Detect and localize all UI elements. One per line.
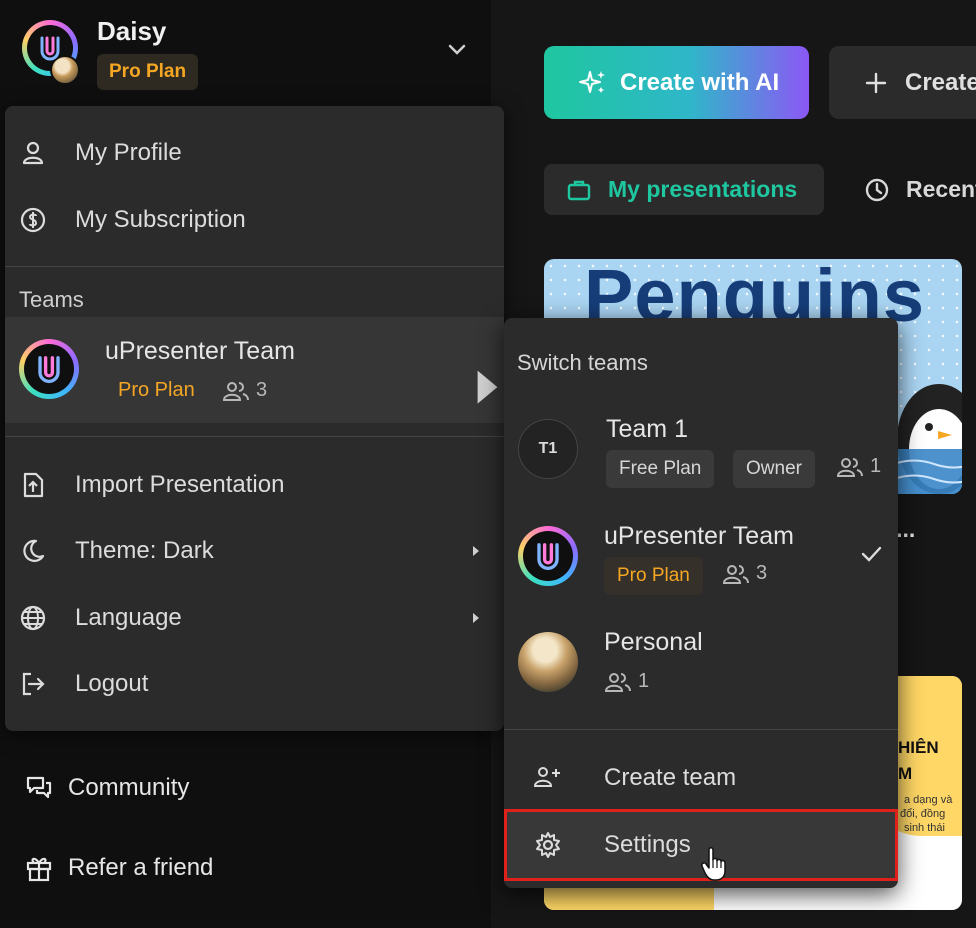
team-name: uPresenter Team [604,522,794,550]
sidebar-item-label: Refer a friend [68,854,214,881]
team-logo-icon [19,339,79,399]
create-team-label: Create team [604,764,737,791]
menu-item-logout[interactable]: Logout [5,653,504,715]
tab-label: Recent [906,176,976,202]
switch-teams-menu: Switch teams T1 Team 1 Free Plan Owner 1… [504,318,898,888]
team-initials-avatar: T1 [518,419,578,479]
users-icon [836,457,863,477]
menu-item-label: My Subscription [75,206,246,233]
moon-icon [23,539,45,562]
team-plan: Pro Plan [118,379,195,401]
users-icon [722,564,749,584]
create-button[interactable]: Create [829,46,976,119]
menu-item-my-subscription[interactable]: My Subscription [5,189,504,251]
users-icon [222,381,249,401]
add-users-icon [533,767,560,787]
plus-icon [865,72,887,93]
create-with-ai-button[interactable]: Create with AI [544,46,809,119]
team-member-count-value: 1 [870,455,882,477]
sidebar-item-community[interactable]: Community [24,768,189,808]
team-name: Team 1 [606,415,688,443]
create-label: Create [905,68,976,96]
team-option-personal[interactable]: Personal 1 [504,628,898,708]
chevron-right-icon [473,613,479,623]
gift-icon [26,857,52,882]
team-logo-icon [518,526,578,586]
tab-label: My presentations [608,176,798,202]
team-member-count: 3 [222,379,267,402]
team-member-count-value: 1 [638,670,650,692]
sidebar-item-refer[interactable]: Refer a friend [24,848,213,888]
briefcase-icon [567,180,591,200]
menu-divider [504,729,898,730]
menu-item-label: My Profile [75,139,182,166]
clock-icon [865,178,889,201]
users-icon [604,672,631,692]
gear-icon [536,832,560,858]
create-team-button[interactable]: Create team [504,745,898,811]
menu-item-import-presentation[interactable]: Import Presentation [5,454,504,516]
menu-item-my-profile[interactable]: My Profile [5,122,504,184]
menu-divider [5,436,504,437]
chat-icon [26,776,52,799]
menu-divider [5,266,504,267]
user-plan-badge: Pro Plan [97,54,199,90]
card-thumbnail-text: đổi, đồng [900,808,946,820]
team-member-count: 1 [836,455,881,478]
settings-label: Settings [604,831,691,858]
create-with-ai-label: Create with AI [620,68,780,96]
menu-item-label: Import Presentation [75,471,285,498]
card-thumbnail-title: HIÊN [898,738,939,757]
team-member-count-value: 3 [256,379,268,401]
penguin-illustration [894,384,962,494]
plan-badge: Pro Plan [604,557,703,595]
chevron-right-icon [477,370,498,404]
sparkle-icon [579,70,605,93]
file-upload-icon [23,472,44,498]
current-team-item[interactable]: uPresenter Team Pro Plan 3 [5,317,504,423]
person-icon [22,141,44,165]
plan-badge: Free Plan [606,450,715,488]
personal-avatar [518,632,578,692]
user-name: Daisy [97,16,167,46]
menu-item-theme[interactable]: Theme: Dark [5,520,504,582]
teams-section-label: Teams [19,287,84,312]
team-name: uPresenter Team [105,337,295,365]
checkmark-icon [861,546,882,562]
tab-my-presentations[interactable]: My presentations [544,164,824,215]
role-badge: Owner [733,450,815,488]
menu-item-label: Theme: Dark [75,537,214,564]
sidebar-item-label: Community [68,774,190,801]
hand-cursor-icon [701,847,726,881]
chevron-down-icon[interactable] [445,38,469,62]
team-option-team-1[interactable]: T1 Team 1 Free Plan Owner 1 [504,413,898,493]
team-option-upresenter-team[interactable]: uPresenter Team Pro Plan 3 [504,520,898,600]
globe-icon [20,605,46,631]
switch-teams-title: Switch teams [517,350,648,375]
profile-menu: My Profile My Subscription Teams uPresen… [5,106,504,731]
team-member-count: 1 [604,670,649,693]
card-thumbnail-title: M [898,764,913,783]
dollar-circle-icon [20,207,46,233]
logout-icon [22,672,45,696]
team-member-count-value: 3 [756,562,768,584]
chevron-right-icon [473,546,479,556]
tab-recent[interactable]: Recent [864,164,976,215]
user-header[interactable]: Daisy Pro Plan [0,0,491,100]
card-thumbnail-text: a dạng và [904,794,953,806]
team-member-count: 3 [722,562,767,585]
team-name: Personal [604,628,703,656]
card-thumbnail-text: sinh thái [904,822,945,834]
menu-item-language[interactable]: Language [5,587,504,649]
menu-item-label: Logout [75,670,149,697]
menu-item-label: Language [75,604,182,631]
